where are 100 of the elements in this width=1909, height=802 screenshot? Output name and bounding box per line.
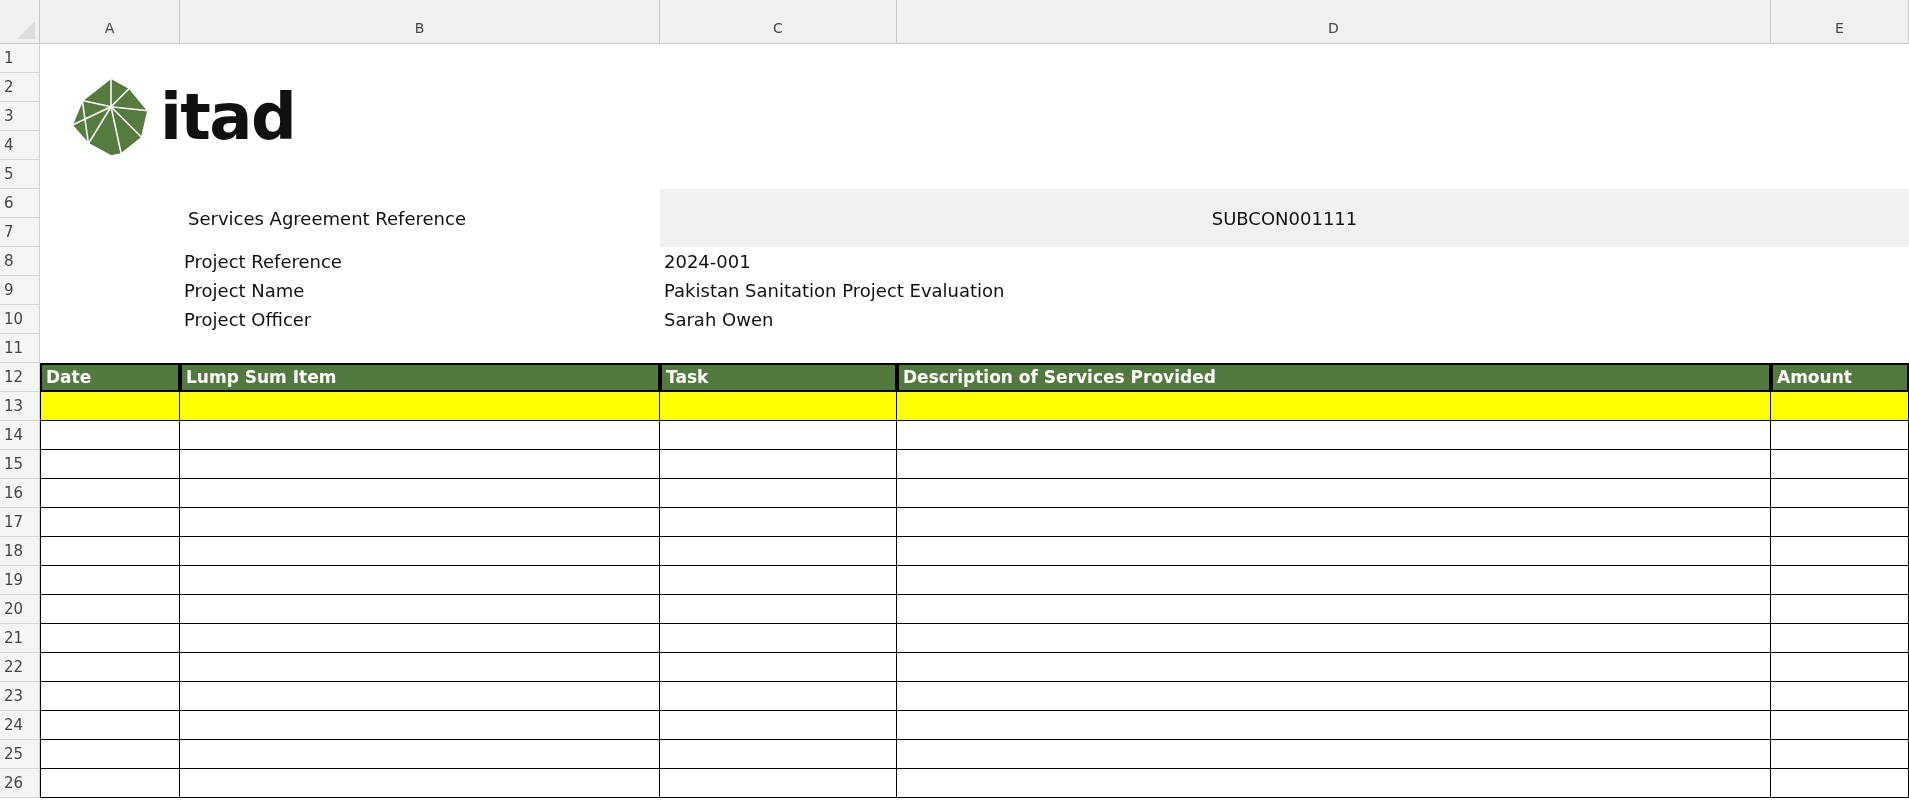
table-cell[interactable]: [897, 537, 1771, 566]
row-header[interactable]: 17: [0, 508, 40, 537]
table-cell[interactable]: [1771, 508, 1909, 537]
table-cell[interactable]: [1771, 421, 1909, 450]
table-cell[interactable]: [180, 769, 660, 798]
table-cell[interactable]: [660, 711, 897, 740]
table-cell[interactable]: [660, 769, 897, 798]
row-header[interactable]: 7: [0, 218, 40, 247]
row-header[interactable]: 13: [0, 392, 40, 421]
row-header[interactable]: 4: [0, 131, 40, 160]
table-cell[interactable]: [660, 537, 897, 566]
table-cell[interactable]: [660, 450, 897, 479]
table-cell[interactable]: [180, 392, 660, 421]
table-cell[interactable]: [1771, 682, 1909, 711]
table-cell[interactable]: [40, 595, 180, 624]
table-cell[interactable]: [1771, 711, 1909, 740]
table-cell[interactable]: [180, 479, 660, 508]
row-header[interactable]: 26: [0, 769, 40, 798]
row-header[interactable]: 6: [0, 189, 40, 218]
table-cell[interactable]: [40, 566, 180, 595]
table-cell[interactable]: [897, 769, 1771, 798]
table-cell[interactable]: [1771, 769, 1909, 798]
table-cell[interactable]: [660, 682, 897, 711]
table-cell[interactable]: [660, 479, 897, 508]
table-cell[interactable]: [40, 450, 180, 479]
table-cell[interactable]: [897, 566, 1771, 595]
column-header[interactable]: E: [1771, 0, 1909, 44]
table-cell[interactable]: [40, 479, 180, 508]
column-header[interactable]: C: [660, 0, 897, 44]
table-cell[interactable]: [40, 740, 180, 769]
row-header[interactable]: 5: [0, 160, 40, 189]
table-cell[interactable]: [897, 682, 1771, 711]
table-cell[interactable]: [180, 711, 660, 740]
table-cell[interactable]: [1771, 566, 1909, 595]
table-cell[interactable]: [180, 421, 660, 450]
table-cell[interactable]: [660, 595, 897, 624]
table-cell[interactable]: [40, 711, 180, 740]
table-cell[interactable]: [180, 450, 660, 479]
row-header[interactable]: 12: [0, 363, 40, 392]
table-cell[interactable]: [1771, 392, 1909, 421]
table-cell[interactable]: [660, 508, 897, 537]
table-cell[interactable]: [897, 653, 1771, 682]
row-header[interactable]: 18: [0, 537, 40, 566]
table-cell[interactable]: [897, 595, 1771, 624]
row-header[interactable]: 22: [0, 653, 40, 682]
row-header[interactable]: 19: [0, 566, 40, 595]
table-cell[interactable]: [660, 653, 897, 682]
table-cell[interactable]: [897, 421, 1771, 450]
row-header[interactable]: 11: [0, 334, 40, 363]
table-cell[interactable]: [180, 624, 660, 653]
table-cell[interactable]: [1771, 740, 1909, 769]
table-cell[interactable]: [180, 566, 660, 595]
table-cell[interactable]: [660, 624, 897, 653]
table-cell[interactable]: [40, 421, 180, 450]
column-header[interactable]: B: [180, 0, 660, 44]
table-cell[interactable]: [897, 508, 1771, 537]
table-cell[interactable]: [180, 595, 660, 624]
column-header[interactable]: D: [897, 0, 1771, 44]
table-cell[interactable]: [897, 450, 1771, 479]
table-cell[interactable]: [1771, 479, 1909, 508]
row-header[interactable]: 25: [0, 740, 40, 769]
table-cell[interactable]: [660, 740, 897, 769]
table-cell[interactable]: [897, 740, 1771, 769]
row-header[interactable]: 14: [0, 421, 40, 450]
table-cell[interactable]: [40, 537, 180, 566]
table-cell[interactable]: [660, 421, 897, 450]
table-cell[interactable]: [1771, 537, 1909, 566]
table-cell[interactable]: [180, 653, 660, 682]
table-cell[interactable]: [1771, 595, 1909, 624]
row-header[interactable]: 1: [0, 44, 40, 73]
table-cell[interactable]: [1771, 653, 1909, 682]
row-header[interactable]: 16: [0, 479, 40, 508]
table-cell[interactable]: [40, 682, 180, 711]
table-cell[interactable]: [1771, 624, 1909, 653]
table-cell[interactable]: [180, 740, 660, 769]
table-cell[interactable]: [40, 508, 180, 537]
table-cell[interactable]: [180, 508, 660, 537]
row-header[interactable]: 20: [0, 595, 40, 624]
table-cell[interactable]: [897, 479, 1771, 508]
row-header[interactable]: 10: [0, 305, 40, 334]
table-cell[interactable]: [40, 392, 180, 421]
row-header[interactable]: 23: [0, 682, 40, 711]
row-header[interactable]: 21: [0, 624, 40, 653]
column-header[interactable]: A: [40, 0, 180, 44]
row-header[interactable]: 9: [0, 276, 40, 305]
row-header[interactable]: 2: [0, 73, 40, 102]
table-cell[interactable]: [180, 682, 660, 711]
table-cell[interactable]: [180, 537, 660, 566]
row-header[interactable]: 15: [0, 450, 40, 479]
table-cell[interactable]: [897, 392, 1771, 421]
table-cell[interactable]: [40, 653, 180, 682]
table-cell[interactable]: [660, 566, 897, 595]
table-cell[interactable]: [1771, 450, 1909, 479]
table-cell[interactable]: [897, 624, 1771, 653]
row-header[interactable]: 3: [0, 102, 40, 131]
row-header[interactable]: 24: [0, 711, 40, 740]
table-cell[interactable]: [40, 624, 180, 653]
table-cell[interactable]: [660, 392, 897, 421]
table-cell[interactable]: [897, 711, 1771, 740]
table-cell[interactable]: [40, 769, 180, 798]
